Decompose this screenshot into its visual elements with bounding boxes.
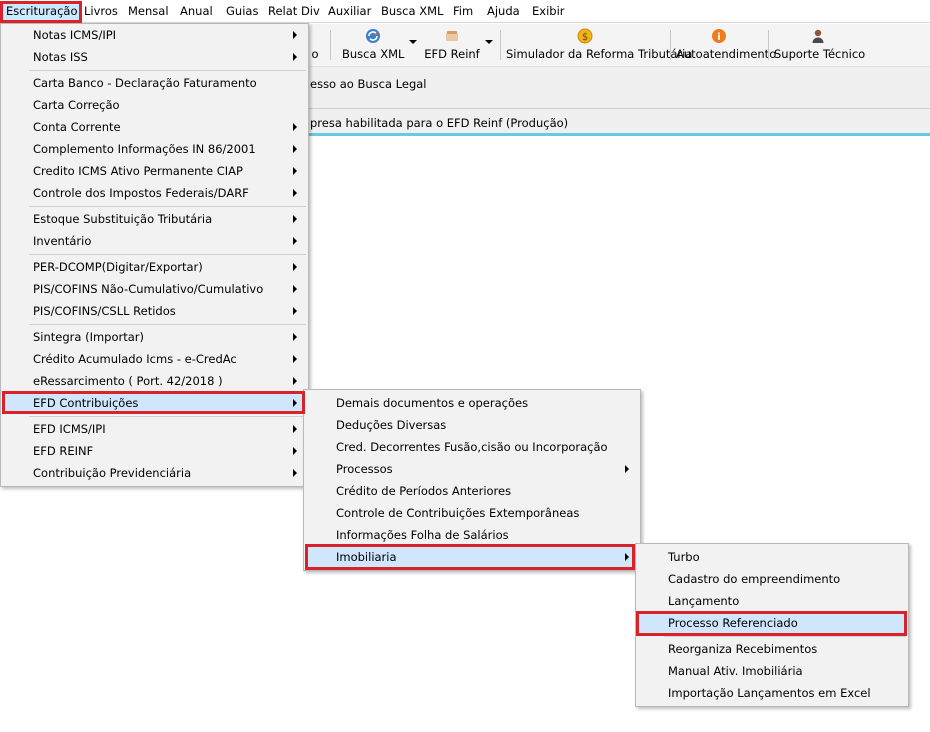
busca-xml-dropdown-arrow[interactable] <box>409 40 417 44</box>
menubar-escrituracao[interactable]: Escrituração <box>1 2 83 21</box>
menu-item-complemento-informacoes[interactable]: Complemento Informações IN 86/2001 <box>3 138 306 160</box>
menu-item-processo-referenciado[interactable]: Processo Referenciado <box>638 612 906 634</box>
toolbar-efd-reinf-button[interactable]: EFD Reinf <box>422 26 482 64</box>
menu-item-efd-icms-ipi[interactable]: EFD ICMS/IPI <box>3 418 306 440</box>
toolbar-busca-xml-button[interactable]: Busca XML <box>342 26 404 64</box>
menu-item-turbo[interactable]: Turbo <box>638 546 906 568</box>
menu-separator <box>29 206 306 207</box>
menu-item-eressarcimento[interactable]: eRessarcimento ( Port. 42/2018 ) <box>3 370 306 392</box>
menu-item-pis-cofins-cumulativo[interactable]: PIS/COFINS Não-Cumulativo/Cumulativo <box>3 278 306 300</box>
menu-item-manual-ativ-imobiliaria[interactable]: Manual Ativ. Imobiliária <box>638 660 906 682</box>
menu-item-carta-banco[interactable]: Carta Banco - Declaração Faturamento <box>3 72 306 94</box>
menu-item-processos[interactable]: Processos <box>306 458 638 480</box>
busca-legal-text: esso ao Busca Legal <box>310 77 427 91</box>
toolbar-busca-xml-label: Busca XML <box>342 47 405 61</box>
menu-item-credito-icms-ciap[interactable]: Credito ICMS Ativo Permanente CIAP <box>3 160 306 182</box>
menu-item-efd-reinf[interactable]: EFD REINF <box>3 440 306 462</box>
menubar-livros[interactable]: Livros <box>80 2 122 21</box>
menubar-auxiliar[interactable]: Auxiliar <box>324 2 375 21</box>
menu-bar: Escrituração Livros Mensal Anual Guias R… <box>0 0 930 23</box>
menu-item-deducoes-diversas[interactable]: Deduções Diversas <box>306 414 638 436</box>
menu-separator <box>29 70 306 71</box>
menu-item-notas-iss[interactable]: Notas ISS <box>3 46 306 68</box>
toolbar-button-partial-label: o <box>311 47 319 61</box>
efd-reinf-dropdown-arrow[interactable] <box>485 40 493 44</box>
menubar-busca-xml[interactable]: Busca XML <box>377 2 447 21</box>
toolbar-simulador-label: Simulador da Reforma Tributária <box>506 47 693 61</box>
menu-item-informacoes-folha-salarios[interactable]: Informações Folha de Salários <box>306 524 638 546</box>
menubar-guias[interactable]: Guias <box>222 2 262 21</box>
menubar-fim[interactable]: Fim <box>449 2 477 21</box>
menu-item-efd-contribuicoes[interactable]: EFD Contribuições <box>3 392 306 414</box>
menu-item-inventario[interactable]: Inventário <box>3 230 306 252</box>
menu-item-reorganiza-recebimentos[interactable]: Reorganiza Recebimentos <box>638 638 906 660</box>
menu-item-conta-corrente[interactable]: Conta Corrente <box>3 116 306 138</box>
toolbar-efd-reinf-label: EFD Reinf <box>424 47 480 61</box>
menu-separator <box>29 324 306 325</box>
menu-separator <box>29 254 306 255</box>
menubar-anual[interactable]: Anual <box>176 2 217 21</box>
toolbar-separator <box>768 30 769 60</box>
menu-item-imobiliaria[interactable]: Imobiliaria <box>306 546 638 568</box>
toolbar-autoatendimento-button[interactable]: i Autoatendimento <box>676 26 777 64</box>
menu-item-importacao-lancamentos-excel[interactable]: Importação Lançamentos em Excel <box>638 682 906 704</box>
menu-item-pis-cofins-csll-retidos[interactable]: PIS/COFINS/CSLL Retidos <box>3 300 306 322</box>
menu-item-credito-acumulado-icms[interactable]: Crédito Acumulado Icms - e-CredAc <box>3 348 306 370</box>
efd-contribuicoes-submenu: Demais documentos e operações Deduções D… <box>303 389 641 571</box>
menubar-ajuda[interactable]: Ajuda <box>483 2 524 21</box>
refresh-globe-icon <box>365 28 381 44</box>
menu-item-controle-contribuicoes-extemporaneas[interactable]: Controle de Contribuições Extemporâneas <box>306 502 638 524</box>
efd-reinf-status-text: presa habilitada para o EFD Reinf (Produ… <box>310 116 569 130</box>
info-icon: i <box>711 28 727 44</box>
escrituracao-menu: Notas ICMS/IPI Notas ISS Carta Banco - D… <box>0 23 309 487</box>
menu-item-notas-icms-ipi[interactable]: Notas ICMS/IPI <box>3 24 306 46</box>
toolbar-suporte-button[interactable]: Suporte Técnico <box>774 26 866 64</box>
menu-item-estoque-st[interactable]: Estoque Substituição Tributária <box>3 208 306 230</box>
toolbar-button-partial[interactable]: o <box>308 26 322 64</box>
menubar-mensal[interactable]: Mensal <box>124 2 173 21</box>
menu-item-credito-periodos-anteriores[interactable]: Crédito de Períodos Anteriores <box>306 480 638 502</box>
menu-separator <box>29 416 306 417</box>
menu-item-demais-documentos[interactable]: Demais documentos e operações <box>306 392 638 414</box>
folder-stack-icon <box>444 28 460 44</box>
dollar-coin-icon: $ <box>577 28 593 44</box>
support-person-icon <box>810 28 826 44</box>
toolbar-autoatendimento-label: Autoatendimento <box>676 47 777 61</box>
menu-separator <box>664 636 906 637</box>
menubar-relat-div[interactable]: Relat Div <box>264 2 324 21</box>
menu-item-per-dcomp[interactable]: PER-DCOMP(Digitar/Exportar) <box>3 256 306 278</box>
toolbar-separator <box>670 30 671 60</box>
menu-item-lancamento[interactable]: Lançamento <box>638 590 906 612</box>
menu-item-sintegra[interactable]: Sintegra (Importar) <box>3 326 306 348</box>
menu-item-cred-fusao-cisao[interactable]: Cred. Decorrentes Fusão,cisão ou Incorpo… <box>306 436 638 458</box>
menu-item-contribuicao-previdenciaria[interactable]: Contribuição Previdenciária <box>3 462 306 484</box>
menu-item-controle-impostos-darf[interactable]: Controle dos Impostos Federais/DARF <box>3 182 306 204</box>
menu-item-cadastro-empreendimento[interactable]: Cadastro do empreendimento <box>638 568 906 590</box>
menu-item-carta-correcao[interactable]: Carta Correção <box>3 94 306 116</box>
imobiliaria-submenu: Turbo Cadastro do empreendimento Lançame… <box>635 543 909 707</box>
toolbar-separator <box>330 30 331 60</box>
toolbar-suporte-label: Suporte Técnico <box>774 47 866 61</box>
svg-text:i: i <box>717 32 720 43</box>
svg-text:$: $ <box>582 32 588 43</box>
toolbar-separator <box>500 30 501 60</box>
menubar-exibir[interactable]: Exibir <box>528 2 569 21</box>
toolbar-simulador-button[interactable]: $ Simulador da Reforma Tributária <box>506 26 693 64</box>
